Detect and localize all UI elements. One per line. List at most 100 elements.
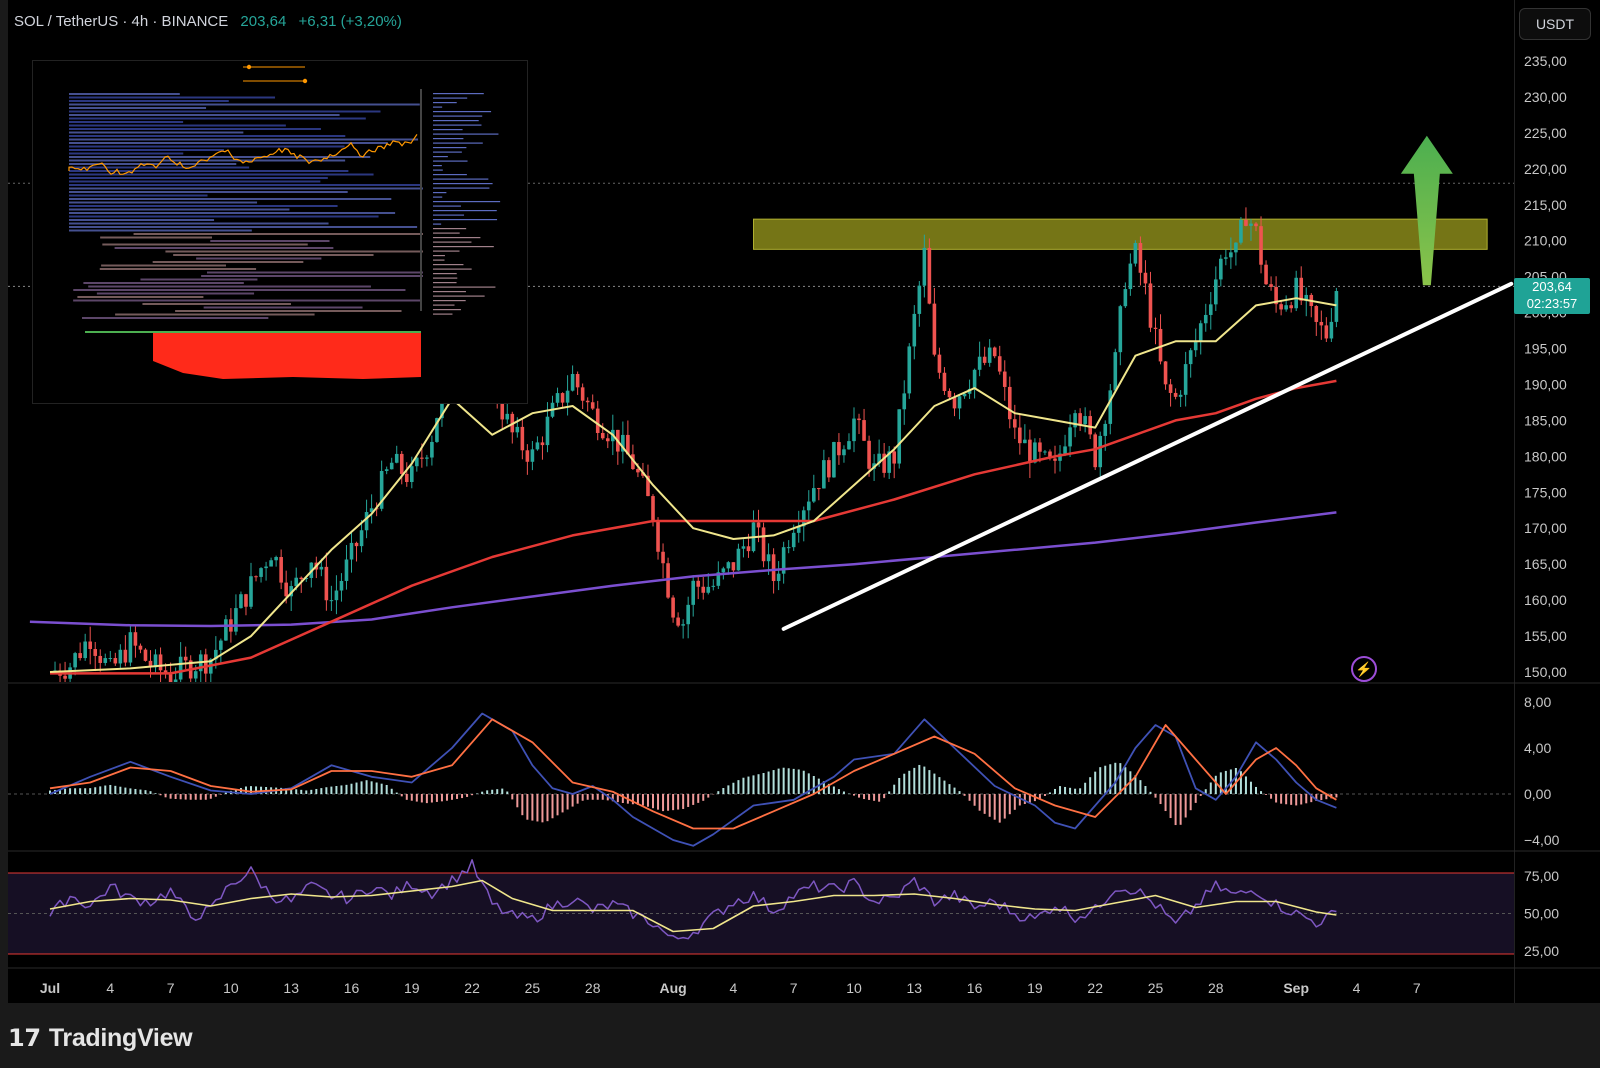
inset-side-bar (433, 264, 464, 266)
candle-body (837, 442, 841, 456)
time-tick-label: 28 (585, 980, 601, 996)
candle-body (771, 554, 776, 582)
time-tick-label: 7 (167, 980, 175, 996)
candle-body (555, 393, 560, 403)
inset-side-bar (433, 174, 467, 176)
inset-side-bar (433, 192, 447, 194)
candle-body (842, 449, 846, 456)
inset-heat-band (69, 215, 379, 218)
candle-body (736, 548, 741, 571)
candle-body (756, 522, 761, 528)
candle-body (420, 457, 424, 459)
inset-heat-band (175, 310, 402, 312)
candle-body (570, 373, 575, 391)
candle-body (1068, 427, 1072, 447)
tradingview-logo[interactable]: 𝟭𝟳 TradingView (8, 1024, 193, 1053)
inset-side-bar (433, 237, 481, 239)
candle-body (1188, 350, 1193, 365)
candle-body (1113, 352, 1118, 391)
inset-side-bar (433, 160, 468, 162)
candle-body (344, 559, 349, 581)
inset-heat-band (69, 177, 328, 179)
currency-button[interactable]: USDT (1519, 8, 1591, 40)
lightning-icon[interactable]: ⚡ (1351, 656, 1377, 682)
inset-heat-band (69, 191, 348, 193)
candle-body (912, 313, 917, 347)
inset-side-bar (433, 187, 490, 189)
candle-body (580, 387, 585, 401)
inset-heat-band (69, 114, 340, 116)
inset-heat-band (69, 180, 321, 183)
inset-heat-band (142, 303, 291, 305)
inset-side-bar (433, 259, 445, 261)
inset-slider-knob (246, 64, 252, 70)
candle-body (746, 546, 751, 552)
candle-body (731, 562, 736, 571)
current-price-tag-value: 203,64 (1532, 279, 1572, 294)
candle-body (73, 653, 77, 668)
candle-body (706, 586, 711, 593)
candle-body (1324, 325, 1329, 339)
inset-side-bar (433, 219, 498, 221)
bullish-arrow (1400, 135, 1453, 286)
price-tick-label: 180,00 (1524, 448, 1567, 464)
candle-body (1249, 223, 1253, 226)
candle-body (224, 619, 228, 641)
time-tick-label: Jul (40, 980, 60, 996)
candle-body (1078, 413, 1082, 425)
candle-body (827, 460, 831, 478)
candle-body (339, 580, 344, 591)
inset-heat-band (83, 282, 244, 284)
candle-body (525, 450, 530, 462)
candle-body (565, 390, 570, 403)
candle-body (907, 346, 912, 394)
candle-body (133, 632, 138, 646)
candle-body (540, 442, 545, 446)
inset-side-bar (433, 183, 493, 185)
inset-heat-band (69, 117, 366, 120)
inset-side-bar (433, 106, 443, 108)
inset-heat-band (69, 107, 207, 109)
candle-body (1203, 314, 1208, 324)
candle-body (595, 408, 600, 433)
candle-body (93, 648, 98, 656)
price-tick-label: 170,00 (1524, 520, 1567, 536)
ma-long-line (29, 511, 1337, 628)
candle-body (1098, 435, 1103, 468)
candle-body (279, 557, 283, 583)
inset-delta-area (153, 333, 421, 379)
candle-body (676, 617, 680, 626)
candle-body (98, 655, 103, 663)
inset-slider-knob-2 (302, 78, 308, 84)
inset-heat-band (69, 187, 423, 190)
time-tick-label: 16 (967, 980, 983, 996)
inset-heat-band (69, 138, 419, 141)
inset-heat-band (114, 247, 334, 249)
inset-side-bar (433, 165, 442, 167)
candle-body (143, 649, 148, 661)
candle-body (78, 653, 82, 659)
inset-side-bar (433, 111, 492, 113)
candle-body (902, 393, 907, 410)
time-tick-label: 19 (404, 980, 420, 996)
inset-heat-band (69, 226, 418, 228)
candle-body (1148, 283, 1153, 328)
inset-side-bar (433, 196, 443, 198)
inset-side-bar (433, 250, 460, 252)
macd-tick-label: 0,00 (1524, 786, 1551, 802)
macd-tick-label: −4,00 (1524, 832, 1560, 848)
candle-body (500, 403, 505, 420)
price-tick-label: 215,00 (1524, 197, 1567, 213)
inset-side-bar (433, 313, 453, 315)
candle-body (721, 568, 726, 573)
inset-heat-band (69, 121, 184, 123)
candle-body (535, 442, 540, 450)
inset-side-bar (433, 142, 483, 144)
time-tick-label: 22 (1087, 980, 1103, 996)
inset-heat-band (69, 135, 346, 137)
inset-side-bar (433, 156, 448, 158)
inset-heat-band (69, 100, 229, 102)
inset-heat-band (152, 261, 304, 263)
inset-heat-band (69, 208, 290, 211)
time-tick-label: 28 (1208, 980, 1224, 996)
